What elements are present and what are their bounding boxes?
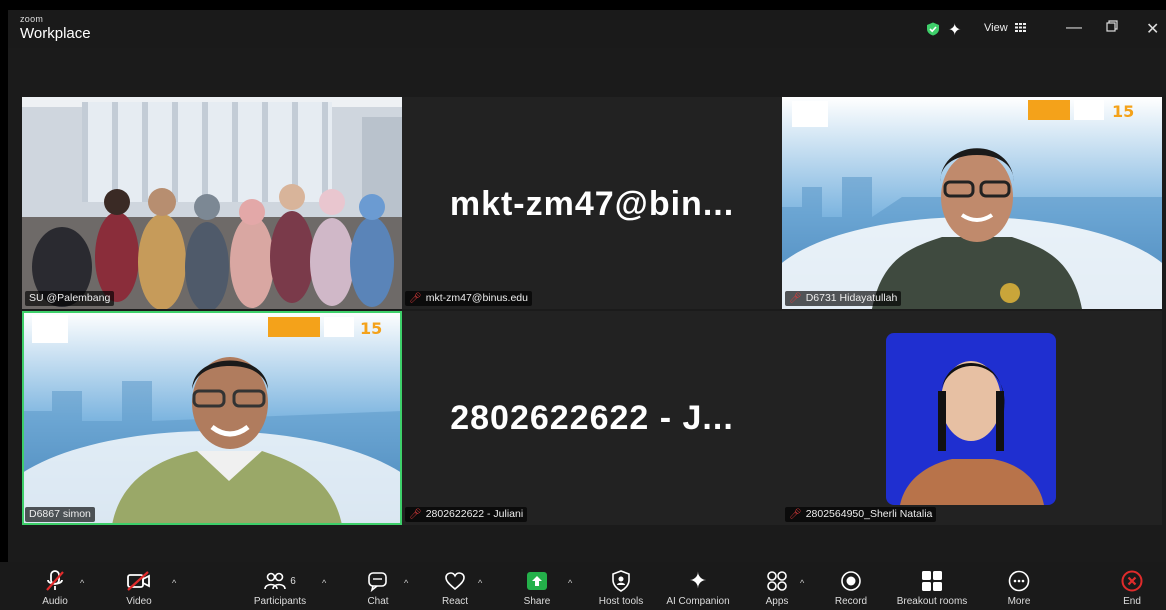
simon-video: 15	[22, 311, 402, 525]
shield-icon	[612, 570, 630, 592]
participant-name: SU @Palembang	[25, 291, 115, 306]
participant-display-name: mkt-zm47@bin...	[449, 185, 735, 223]
svg-text:15: 15	[360, 319, 382, 338]
brand-small: zoom	[20, 14, 44, 24]
participant-display-name: 2802622622 - J...	[450, 399, 734, 437]
avatar-tile-mkt[interactable]: mkt-zm47@bin... 🎤︎ mkt-zm47@binus.edu	[402, 97, 782, 309]
share-label: Share	[523, 596, 551, 607]
sherli-video	[782, 311, 1162, 525]
more-icon	[1008, 570, 1030, 592]
react-options-caret-icon[interactable]: ^	[478, 578, 482, 588]
restore-icon[interactable]	[1106, 19, 1118, 37]
apps-button[interactable]: Apps	[754, 568, 800, 608]
shield-icon[interactable]	[926, 22, 940, 36]
chat-button[interactable]: Chat	[356, 568, 400, 608]
participant-name-text: D6867 simon	[29, 508, 91, 520]
video-tile-su-palembang[interactable]: SU @Palembang	[22, 97, 402, 309]
audio-button[interactable]: Audio	[30, 568, 80, 608]
participants-label: Participants	[253, 596, 307, 607]
classroom-video	[22, 97, 402, 309]
muted-mic-icon: 🎤︎	[409, 293, 422, 304]
apps-icon	[767, 571, 787, 591]
more-button[interactable]: More	[994, 568, 1044, 608]
chat-icon	[368, 572, 387, 592]
svg-text:15: 15	[1112, 102, 1134, 121]
ai-companion-label: AI Companion	[666, 596, 730, 607]
react-button[interactable]: React	[432, 568, 478, 608]
end-button[interactable]: End	[1110, 568, 1154, 608]
chat-options-caret-icon[interactable]: ^	[404, 578, 408, 588]
share-button[interactable]: Share	[510, 568, 564, 608]
avatar-tile-juliani[interactable]: 2802622622 - J... 🎤︎ 2802622622 - Juliani	[402, 311, 782, 525]
participants-icon	[264, 572, 287, 590]
muted-mic-icon: 🎤︎	[789, 509, 802, 520]
video-tile-sherli-natalia[interactable]: 🎤︎ 2802564950_Sherli Natalia	[782, 311, 1162, 525]
participant-name-text: 2802622622 - Juliani	[425, 508, 524, 520]
brand-title: Workplace	[20, 25, 91, 42]
ai-companion-button[interactable]: ✦ AI Companion	[660, 568, 736, 608]
breakout-rooms-label: Breakout rooms	[896, 596, 968, 607]
heart-icon	[445, 572, 465, 591]
end-meeting-icon	[1121, 570, 1143, 592]
close-icon[interactable]: ✕	[1146, 19, 1159, 39]
view-button[interactable]: View	[984, 22, 1026, 34]
participant-name-text: D6731 Hidayatullah	[805, 292, 898, 304]
video-tile-hidayatullah[interactable]: 15 🎤︎ D6731 Hidayatullah	[782, 97, 1162, 309]
apps-options-caret-icon[interactable]: ^	[800, 578, 804, 588]
video-label: Video	[126, 596, 152, 607]
record-button[interactable]: Record	[826, 568, 876, 608]
ai-sparkle-icon[interactable]: ✦	[948, 20, 961, 40]
participants-options-caret-icon[interactable]: ^	[322, 578, 326, 588]
hidayatullah-video: 15	[782, 97, 1162, 309]
video-options-caret-icon[interactable]: ^	[172, 578, 176, 588]
muted-mic-icon: 🎤︎	[789, 293, 802, 304]
apps-label: Apps	[765, 596, 789, 607]
chat-label: Chat	[367, 596, 389, 607]
zoom-window: zoom Workplace ✦ View — ✕ SU @Palembang …	[0, 0, 1166, 610]
host-tools-button[interactable]: Host tools	[590, 568, 652, 608]
react-label: React	[441, 596, 469, 607]
audio-options-caret-icon[interactable]: ^	[80, 578, 84, 588]
participants-button[interactable]: 6 Participants	[244, 568, 316, 608]
share-options-caret-icon[interactable]: ^	[568, 578, 572, 588]
participant-name-text: SU @Palembang	[29, 292, 111, 304]
participant-name: 🎤︎ D6731 Hidayatullah	[785, 291, 902, 306]
participant-name-text: 2802564950_Sherli Natalia	[805, 508, 933, 520]
record-label: Record	[834, 596, 868, 607]
participants-count: 6	[290, 575, 296, 587]
more-label: More	[1007, 596, 1031, 607]
video-tile-simon[interactable]: 15 D6867 simon	[22, 311, 402, 525]
participant-name: 🎤︎ mkt-zm47@binus.edu	[405, 291, 532, 306]
participant-name-text: mkt-zm47@binus.edu	[425, 292, 528, 304]
audio-label: Audio	[42, 596, 68, 607]
participant-name: 🎤︎ 2802564950_Sherli Natalia	[785, 507, 937, 522]
breakout-rooms-icon	[922, 571, 942, 591]
host-tools-label: Host tools	[598, 596, 644, 607]
participant-name: D6867 simon	[25, 507, 95, 522]
share-screen-icon	[527, 572, 547, 590]
muted-microphone-icon	[46, 570, 64, 591]
video-button[interactable]: Video	[114, 568, 164, 608]
view-label: View	[984, 22, 1008, 34]
sparkle-icon: ✦	[688, 568, 708, 593]
end-label: End	[1123, 596, 1141, 607]
participant-name: 🎤︎ 2802622622 - Juliani	[405, 507, 528, 522]
muted-mic-icon: 🎤︎	[409, 509, 422, 520]
breakout-rooms-button[interactable]: Breakout rooms	[884, 568, 980, 608]
meeting-toolbar: Audio ^ Video ^ 6 Participants ^ Chat ^ …	[0, 562, 1166, 610]
video-off-icon	[127, 571, 150, 591]
record-icon	[841, 571, 861, 591]
minimize-icon[interactable]: —	[1066, 19, 1082, 37]
title-bar: zoom Workplace ✦ View — ✕	[8, 10, 1166, 48]
grid-icon	[1014, 23, 1026, 32]
